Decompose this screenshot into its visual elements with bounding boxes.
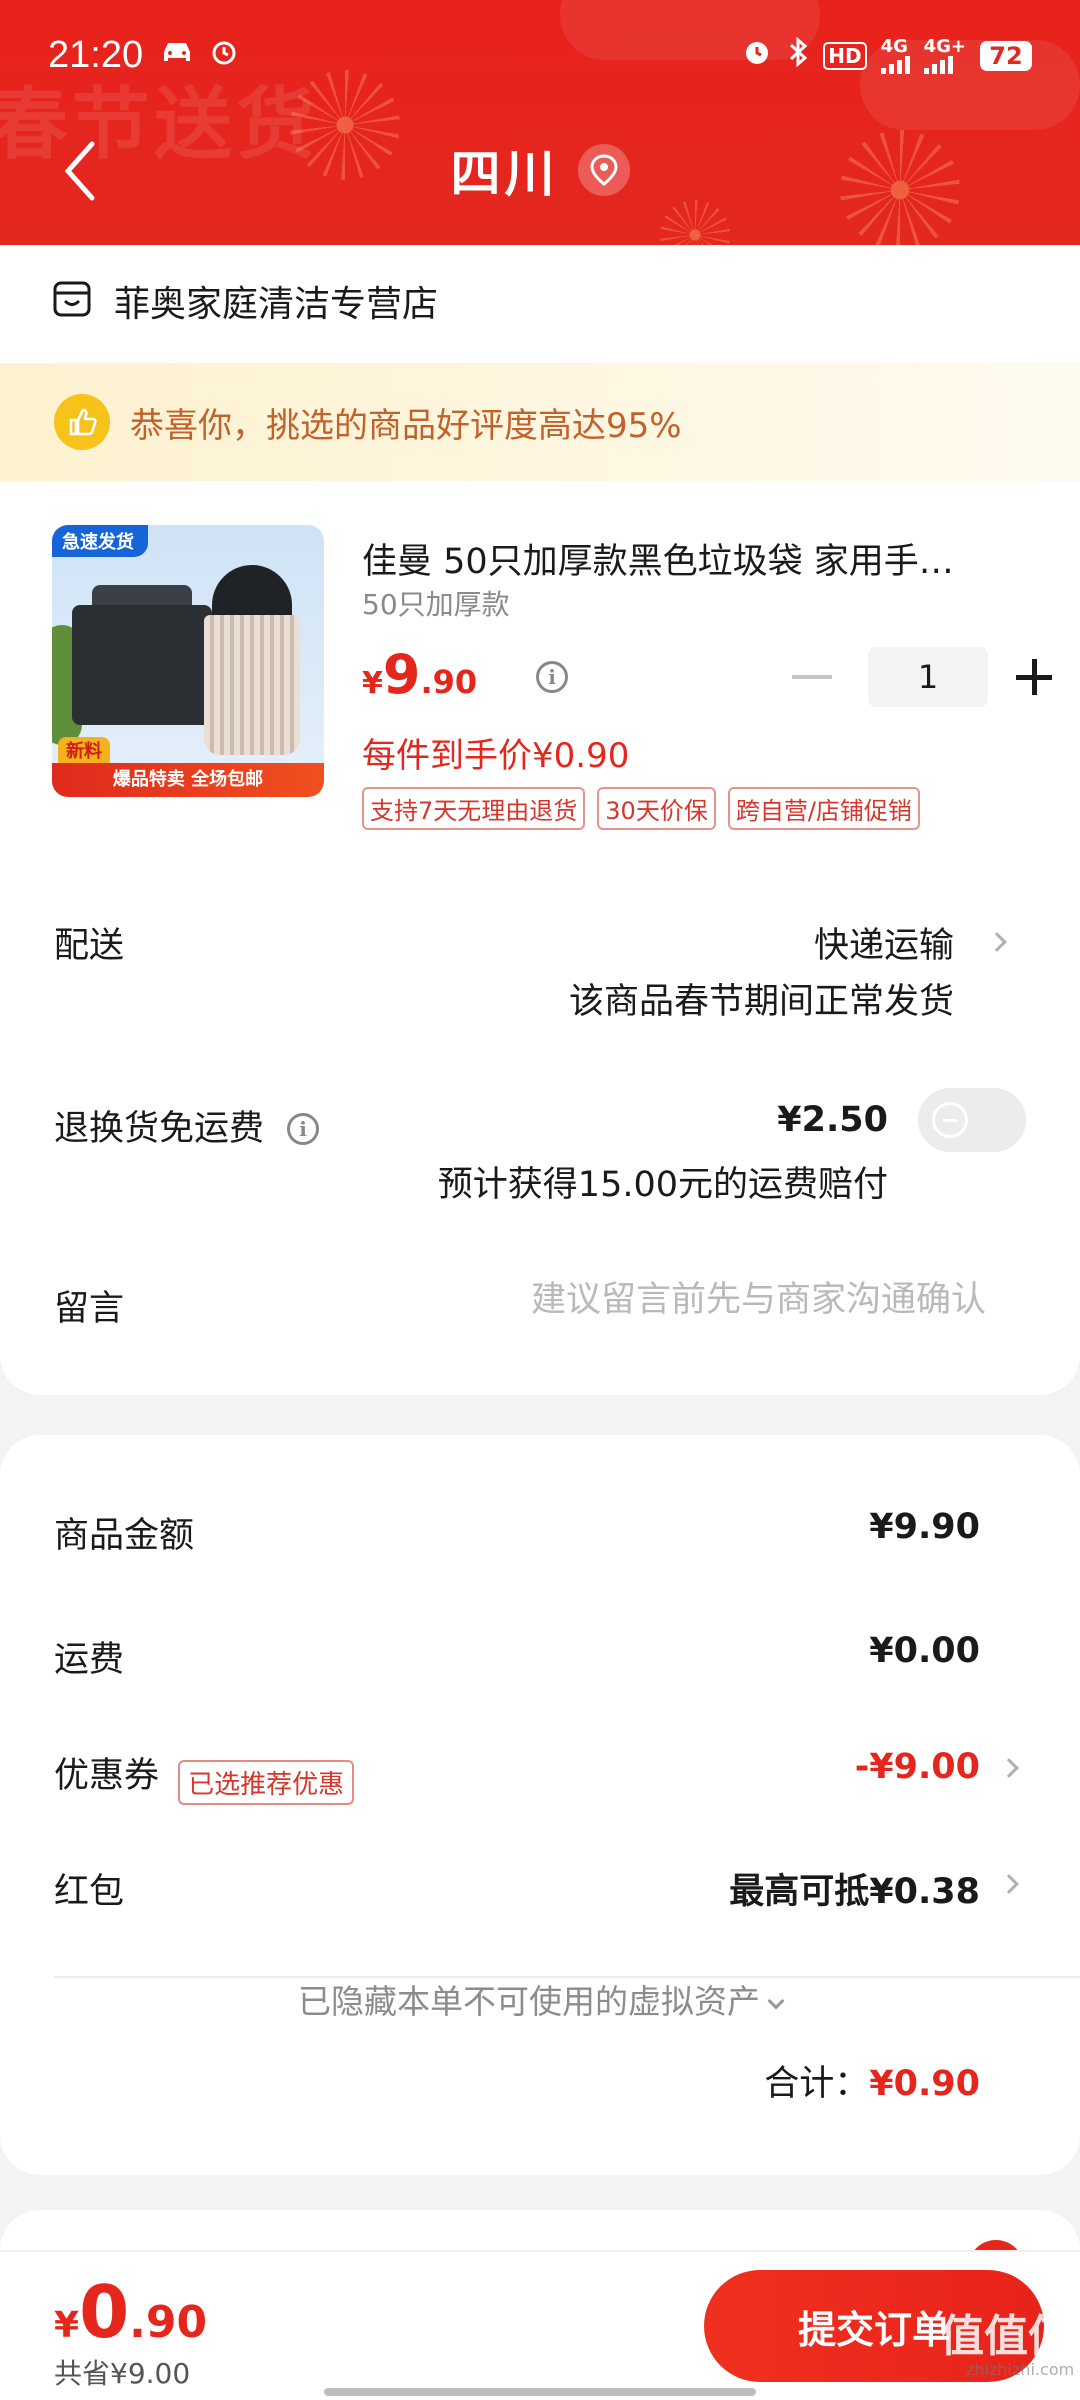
status-bar: 21:20 HD 4G 4G+ 72	[0, 0, 1080, 120]
message-row: 留言	[54, 1280, 1026, 1340]
info-icon[interactable]: i	[536, 661, 568, 693]
firework-decoration	[660, 200, 730, 245]
total-row: 合计：¥0.90	[764, 2055, 980, 2106]
header-bar: 春节送货 21:20 HD 4G 4G+ 72 四川	[0, 0, 1080, 245]
watermark-url: zhizhizhi.com	[966, 2360, 1075, 2379]
goods-amount-label: 商品金额	[54, 1516, 195, 1556]
red-packet-label: 红包	[54, 1872, 125, 1912]
signal-icon: 4G+	[923, 37, 966, 74]
quantity-input[interactable]: 1	[868, 647, 988, 707]
checkout-bar: ¥0.90 共省¥9.00 提交订单	[0, 2250, 1080, 2400]
service-chips: 支持7天无理由退货 30天价保 跨自营/店铺促销	[362, 787, 920, 830]
return-shipping-note: 预计获得15.00元的运费赔付	[437, 1165, 888, 1205]
minus-icon[interactable]	[792, 675, 832, 679]
chevron-down-icon	[767, 1992, 785, 2010]
red-packet-row[interactable]: 红包 最高可抵¥0.38	[54, 1863, 1019, 1913]
pay-amount: ¥0.90	[54, 2270, 208, 2354]
delivery-note: 该商品春节期间正常发货	[568, 982, 954, 1022]
chevron-right-icon	[987, 932, 1007, 952]
home-indicator[interactable]	[324, 2388, 756, 2396]
product-price: ¥9.90	[362, 643, 478, 706]
alarm-icon	[741, 36, 773, 75]
bluetooth-icon	[787, 36, 809, 75]
store-name: 菲奥家庭清洁专营店	[114, 284, 439, 325]
return-shipping-row: 退换货免运费 i ¥2.50 预计获得15.00元的运费赔付	[54, 1088, 1026, 1210]
product-spec[interactable]: 50只加厚款	[362, 583, 510, 623]
chevron-right-icon	[999, 1758, 1019, 1778]
divider	[54, 1976, 1080, 1978]
total-value: ¥0.90	[869, 2064, 980, 2104]
status-time: 21:20	[48, 34, 144, 76]
goods-amount-row: 商品金额 ¥9.90	[54, 1507, 980, 1557]
store-row[interactable]: 菲奥家庭清洁专营店	[52, 275, 438, 327]
chevron-right-icon	[999, 1874, 1019, 1894]
coupon-value: -¥9.00	[854, 1747, 980, 1787]
service-chip: 支持7天无理由退货	[362, 787, 586, 830]
delivery-label: 配送	[54, 926, 125, 966]
coupon-label: 优惠券	[54, 1756, 160, 1796]
service-chip: 跨自营/店铺促销	[727, 787, 920, 830]
image-tag-new: 新料	[58, 737, 110, 763]
return-shipping-toggle[interactable]	[918, 1088, 1026, 1152]
saved-amount: 共省¥9.00	[54, 2357, 191, 2390]
thumbs-up-icon	[54, 394, 110, 450]
product-title[interactable]: 佳曼 50只加厚款黑色垃圾袋 家用手…	[362, 533, 1022, 584]
hidden-assets-toggle[interactable]: 已隐藏本单不可使用的虚拟资产	[0, 1975, 1080, 2023]
timer-icon	[210, 38, 238, 73]
plus-icon[interactable]	[1012, 655, 1056, 699]
store-icon	[52, 280, 92, 322]
order-card: 菲奥家庭清洁专营店 恭喜你，挑选的商品好评度高达95% 急速发货 新料 爆品特卖…	[0, 245, 1080, 1395]
delivery-row[interactable]: 配送 快递运输 该商品春节期间正常发货	[54, 917, 1026, 1027]
return-shipping-price: ¥2.50	[777, 1100, 888, 1140]
shipping-fee-row: 运费 ¥0.00	[54, 1631, 980, 1681]
return-shipping-label: 退换货免运费	[54, 1109, 265, 1149]
hd-indicator: HD	[823, 41, 867, 70]
banner-text: 恭喜你，挑选的商品好评度高达95%	[130, 405, 682, 446]
car-icon	[160, 38, 194, 73]
page-title[interactable]: 四川	[450, 145, 558, 203]
info-icon[interactable]: i	[287, 1113, 320, 1145]
product-item: 急速发货 新料 爆品特卖 全场包邮 佳曼 50只加厚款黑色垃圾袋 家用手… 50…	[52, 525, 1052, 845]
battery-indicator: 72	[980, 40, 1032, 71]
red-packet-value: 最高可抵¥0.38	[729, 1872, 980, 1912]
coupon-row[interactable]: 优惠券 已选推荐优惠 -¥9.00	[54, 1747, 1019, 1805]
product-image[interactable]: 急速发货 新料 爆品特卖 全场包邮	[52, 525, 324, 797]
quantity-stepper: 1	[792, 647, 1056, 707]
image-tag-bottom: 爆品特卖 全场包邮	[52, 763, 324, 797]
message-input[interactable]	[366, 1280, 986, 1320]
rating-banner: 恭喜你，挑选的商品好评度高达95%	[0, 363, 1080, 481]
message-label: 留言	[54, 1289, 125, 1329]
goods-amount-value: ¥9.90	[869, 1507, 980, 1547]
watermark-logo: 值值值	[940, 2311, 1072, 2362]
location-icon[interactable]	[577, 144, 630, 196]
shipping-fee-value: ¥0.00	[869, 1631, 980, 1671]
image-tag-top: 急速发货	[52, 525, 148, 557]
signal-icon: 4G	[880, 37, 910, 74]
service-chip: 30天价保	[597, 787, 716, 830]
shipping-fee-label: 运费	[54, 1640, 125, 1680]
total-label: 合计：	[764, 2064, 870, 2104]
unit-price: 每件到手价¥0.90	[362, 736, 630, 776]
delivery-method: 快递运输	[813, 926, 954, 966]
coupon-chip: 已选推荐优惠	[178, 1760, 355, 1805]
